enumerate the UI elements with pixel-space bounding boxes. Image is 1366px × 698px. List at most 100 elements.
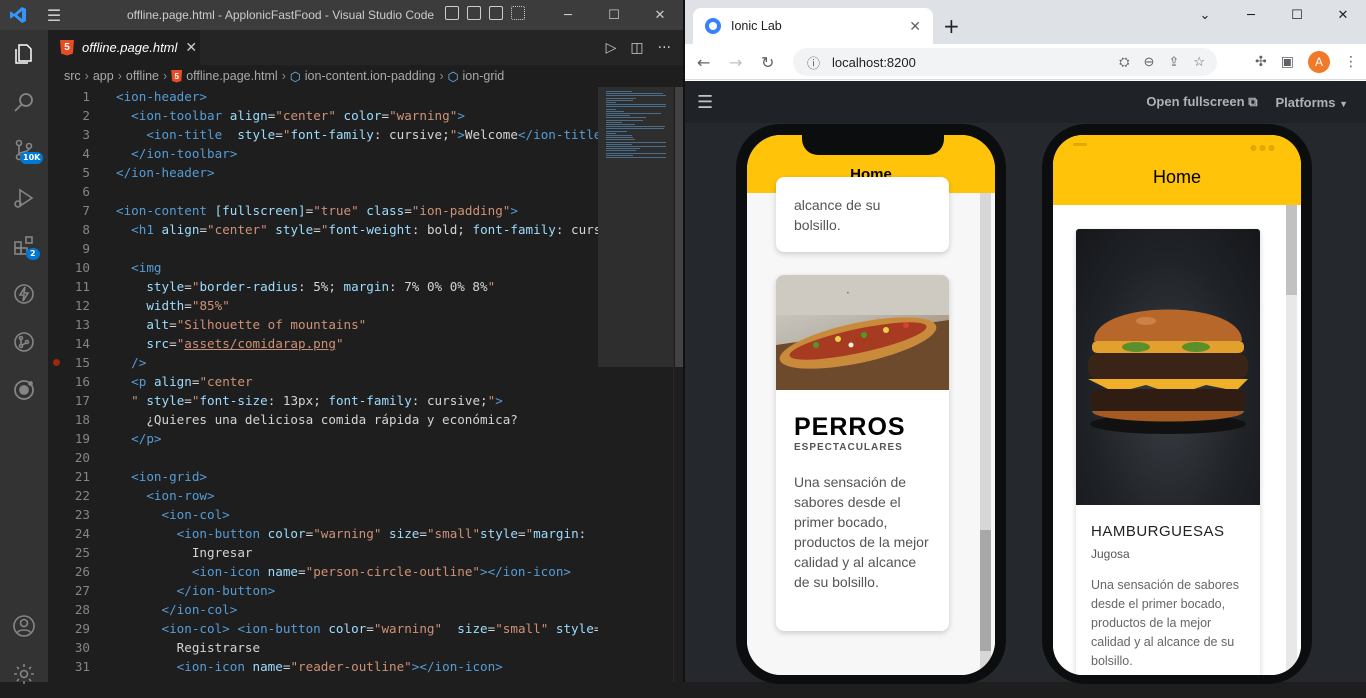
manage-gear-icon[interactable] (0, 650, 48, 698)
code-line[interactable]: 5 </ion-header> (48, 163, 598, 182)
code-text[interactable]: Registrarse (116, 640, 260, 655)
android-scrollbar[interactable] (1286, 205, 1297, 675)
reload-icon[interactable]: ↻ (761, 44, 774, 80)
code-line[interactable]: 31 <ion-icon name="reader-outline"></ion… (48, 657, 598, 676)
code-text[interactable]: ¿Quieres una deliciosa comida rápida y e… (116, 412, 518, 427)
code-line[interactable]: 24 <ion-button color="warning" size="sma… (48, 524, 598, 543)
url-text[interactable]: localhost:8200 (832, 55, 916, 70)
git-graph-icon[interactable] (0, 318, 48, 366)
code-line[interactable]: 27 </ion-button> (48, 581, 598, 600)
code-line[interactable]: 2 <ion-toolbar align="center" color="war… (48, 106, 598, 125)
customize-layout-icon[interactable] (511, 6, 525, 20)
maximize-icon[interactable]: ☐ (591, 0, 637, 30)
code-line[interactable]: 1 <ion-header> (48, 87, 598, 106)
breadcrumb-app[interactable]: app (93, 69, 114, 83)
address-bar[interactable]: ⓘ localhost:8200 ⛭ ⊖ ⇪ ☆ (793, 48, 1217, 76)
editor-scrollbar[interactable] (673, 87, 683, 682)
tab-search-chevron-down-icon[interactable]: ⌄ (1182, 0, 1228, 30)
scrollbar-thumb[interactable] (675, 87, 683, 367)
breadcrumb-file[interactable]: offline.page.html (186, 69, 278, 83)
info-icon[interactable]: ⓘ (807, 53, 820, 72)
code-text[interactable]: style="border-radius: 5%; margin: 7% 0% … (116, 279, 495, 294)
code-text[interactable]: <ion-title style="font-family: cursive;"… (116, 127, 598, 142)
code-line[interactable]: 29 <ion-col> <ion-button color="warning"… (48, 619, 598, 638)
code-line[interactable]: 10 <img (48, 258, 598, 277)
new-tab-icon[interactable]: + (943, 14, 960, 38)
code-line[interactable]: 9 (48, 239, 598, 258)
minimize-icon[interactable]: ─ (1228, 0, 1274, 30)
platforms-dropdown[interactable]: Platforms ▼ (1275, 95, 1348, 110)
close-window-icon[interactable]: ✕ (1320, 0, 1366, 30)
search-icon[interactable] (0, 78, 48, 126)
ios-scrollbar-thumb[interactable] (980, 530, 991, 651)
code-line[interactable]: 6 (48, 182, 598, 201)
code-text[interactable]: </ion-col> (116, 602, 238, 617)
code-line[interactable]: 7 <ion-content [fullscreen]="true" class=… (48, 201, 598, 220)
code-text[interactable]: </p> (116, 431, 161, 446)
breakpoint-icon[interactable] (53, 359, 60, 366)
ionic-icon[interactable] (0, 366, 48, 414)
close-window-icon[interactable]: ✕ (637, 0, 683, 30)
code-editor[interactable]: 1 <ion-header> 2 <ion-toolbar align="cente… (48, 87, 598, 682)
code-text[interactable]: </ion-button> (116, 583, 276, 598)
code-text[interactable]: alt="Silhouette of mountains" (116, 317, 366, 332)
code-line[interactable]: 15 /> (48, 353, 598, 372)
tab-offline-page-html[interactable]: 5 offline.page.html ✕ (48, 30, 200, 65)
minimap[interactable] (598, 87, 673, 682)
code-line[interactable]: 19 </p> (48, 429, 598, 448)
code-text[interactable]: <ion-col> (116, 507, 230, 522)
run-icon[interactable]: ▷ (606, 40, 617, 56)
code-text[interactable]: </ion-toolbar> (116, 146, 237, 161)
code-line[interactable]: 26 <ion-icon name="person-circle-outline… (48, 562, 598, 581)
extensions-icon[interactable]: 2 (0, 222, 48, 270)
maximize-icon[interactable]: ☐ (1274, 0, 1320, 30)
explorer-icon[interactable] (0, 30, 48, 78)
code-line[interactable]: 11 style="border-radius: 5%; margin: 7% … (48, 277, 598, 296)
code-line[interactable]: 25 Ingresar (48, 543, 598, 562)
code-text[interactable]: <ion-row> (116, 488, 214, 503)
code-line[interactable]: 8 <h1 align="center" style="font-weight:… (48, 220, 598, 239)
code-line[interactable]: 22 <ion-row> (48, 486, 598, 505)
tab-close-icon[interactable]: ✕ (909, 18, 921, 35)
breadcrumb-src[interactable]: src (64, 69, 81, 83)
extensions-puzzle-icon[interactable]: ✣ (1255, 54, 1267, 70)
code-line[interactable]: 16 <p align="center (48, 372, 598, 391)
side-panel-icon[interactable]: ▣ (1281, 54, 1294, 70)
code-line[interactable]: 28 </ion-col> (48, 600, 598, 619)
code-line[interactable]: 23 <ion-col> (48, 505, 598, 524)
split-editor-icon[interactable]: ◫ (630, 40, 643, 56)
share-icon[interactable]: ⇪ (1168, 54, 1179, 70)
translate-icon[interactable]: ⛭ (1119, 54, 1129, 70)
code-text[interactable]: <img (116, 260, 161, 275)
code-text[interactable]: <ion-header> (116, 89, 207, 104)
minimize-icon[interactable]: ─ (545, 0, 591, 30)
code-text[interactable]: <p align="center (116, 374, 252, 389)
code-text[interactable]: <ion-icon name="reader-outline"></ion-ic… (116, 659, 503, 674)
open-fullscreen-link[interactable]: Open fullscreen ⧉ (1146, 94, 1257, 110)
code-line[interactable]: 13 alt="Silhouette of mountains" (48, 315, 598, 334)
breadcrumb-offline[interactable]: offline (126, 69, 159, 83)
lightning-icon[interactable] (0, 270, 48, 318)
tab-close-icon[interactable]: ✕ (185, 39, 197, 56)
code-text[interactable]: <ion-icon name="person-circle-outline"><… (116, 564, 571, 579)
code-text[interactable]: " style="font-size: 13px; font-family: c… (116, 393, 503, 408)
more-actions-icon[interactable]: ··· (658, 40, 671, 56)
code-line[interactable]: 18 ¿Quieres una deliciosa comida rápida … (48, 410, 598, 429)
code-line[interactable]: 12 width="85%" (48, 296, 598, 315)
forward-icon[interactable]: → (729, 44, 742, 80)
toggle-secondary-sidebar-icon[interactable] (489, 6, 503, 20)
code-line[interactable]: 17 " style="font-size: 13px; font-family… (48, 391, 598, 410)
bookmark-star-icon[interactable]: ☆ (1193, 54, 1205, 70)
code-line[interactable]: 21 <ion-grid> (48, 467, 598, 486)
code-text[interactable]: <ion-col> <ion-button color="warning" si… (116, 621, 599, 636)
toggle-sidebar-icon[interactable] (445, 6, 459, 20)
code-text[interactable]: <h1 align="center" style="font-weight: b… (116, 222, 598, 237)
code-text[interactable]: Ingresar (116, 545, 253, 560)
breadcrumb-ion-grid[interactable]: ion-grid (463, 69, 505, 83)
back-icon[interactable]: ← (697, 44, 710, 80)
code-text[interactable]: </ion-header> (116, 165, 215, 180)
toggle-panel-icon[interactable] (467, 6, 481, 20)
menu-icon[interactable]: ☰ (36, 0, 72, 30)
code-text[interactable]: <ion-grid> (116, 469, 207, 484)
run-debug-icon[interactable] (0, 174, 48, 222)
